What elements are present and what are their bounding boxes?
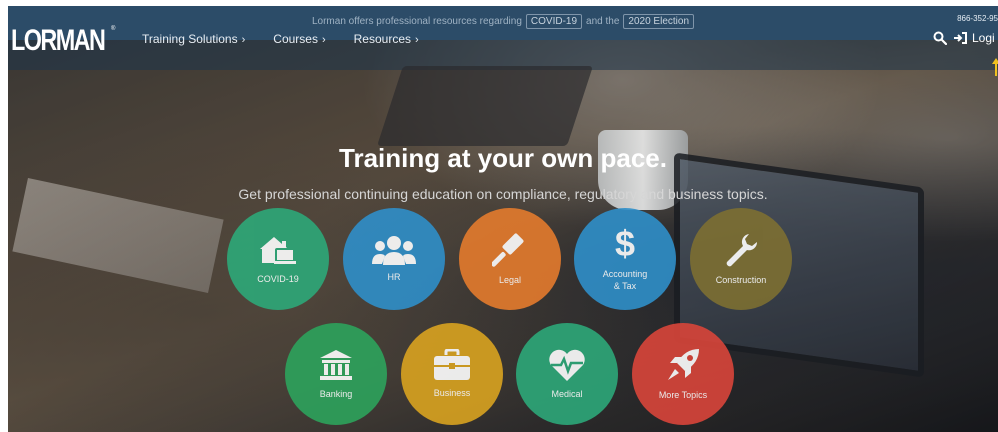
topic-construction[interactable]: Construction <box>690 208 792 310</box>
topic-label: Business <box>433 388 471 398</box>
heartbeat-icon <box>549 349 585 381</box>
topic-label: Legal <box>498 275 522 285</box>
topic-label: Accounting & Tax <box>602 269 648 291</box>
hero-headline: Training at your own pace. <box>339 143 667 173</box>
dollar-icon: $ <box>615 226 635 262</box>
announcement-text: Lorman offers professional resources reg… <box>311 15 522 27</box>
lorman-logo[interactable]: LORMAN <box>11 24 106 58</box>
election-link[interactable]: 2020 Election <box>623 13 695 29</box>
chevron-right-icon: › <box>241 34 246 46</box>
rocket-icon <box>668 349 699 380</box>
search-icon[interactable] <box>933 31 947 45</box>
login-link[interactable]: Logi <box>954 31 995 45</box>
gavel-icon <box>492 233 524 267</box>
topic-hr[interactable]: HR <box>343 208 445 310</box>
bank-icon <box>320 350 352 380</box>
nav-courses[interactable]: Courses › <box>273 32 325 46</box>
main-nav: Training Solutions › Courses › Resources › <box>142 32 447 46</box>
topic-more-topics[interactable]: More Topics <box>632 323 734 425</box>
hero-background-laptop-left <box>377 66 593 146</box>
topic-covid19[interactable]: COVID-19 <box>227 208 329 310</box>
wrench-icon <box>726 234 758 267</box>
up-arrow-icon <box>992 58 998 76</box>
announcement: Lorman offers professional resources reg… <box>8 11 998 31</box>
topic-legal[interactable]: Legal <box>459 208 561 310</box>
nav-resources[interactable]: Resources › <box>354 32 419 46</box>
nav-label: Resources <box>353 32 411 46</box>
hero-section: Training at your own pace. Get professio… <box>8 40 998 432</box>
topic-label: More Topics <box>658 390 708 400</box>
covid19-link[interactable]: COVID-19 <box>525 13 583 29</box>
topic-business[interactable]: Business <box>401 323 503 425</box>
phone-number[interactable]: 866-352-95 <box>957 14 998 23</box>
login-label: Logi <box>972 31 995 45</box>
topic-label: Banking <box>319 389 353 399</box>
topic-label: Construction <box>715 275 767 285</box>
sign-in-icon <box>954 32 967 44</box>
topic-medical[interactable]: Medical <box>516 323 618 425</box>
topic-label: COVID-19 <box>257 274 299 284</box>
briefcase-icon <box>434 349 470 380</box>
announcement-text-middle: and the <box>586 15 620 27</box>
nav-label: Courses <box>273 32 318 46</box>
home-laptop-icon <box>260 237 296 264</box>
topic-label: Medical <box>551 389 583 399</box>
hero-subheadline: Get professional continuing education on… <box>238 186 768 202</box>
nav-label: Training Solutions <box>142 32 238 46</box>
topic-label: HR <box>387 272 401 282</box>
people-icon <box>372 236 416 265</box>
topic-banking[interactable]: Banking <box>285 323 387 425</box>
logo-registered-mark: ® <box>111 26 116 32</box>
chevron-right-icon: › <box>415 34 419 46</box>
svg-text:$: $ <box>615 226 635 262</box>
nav-training-solutions[interactable]: Training Solutions › <box>142 32 245 46</box>
page-frame: Training at your own pace. Get professio… <box>8 6 998 432</box>
topic-accounting-tax[interactable]: $ Accounting & Tax <box>574 208 676 310</box>
chevron-right-icon: › <box>321 34 326 46</box>
